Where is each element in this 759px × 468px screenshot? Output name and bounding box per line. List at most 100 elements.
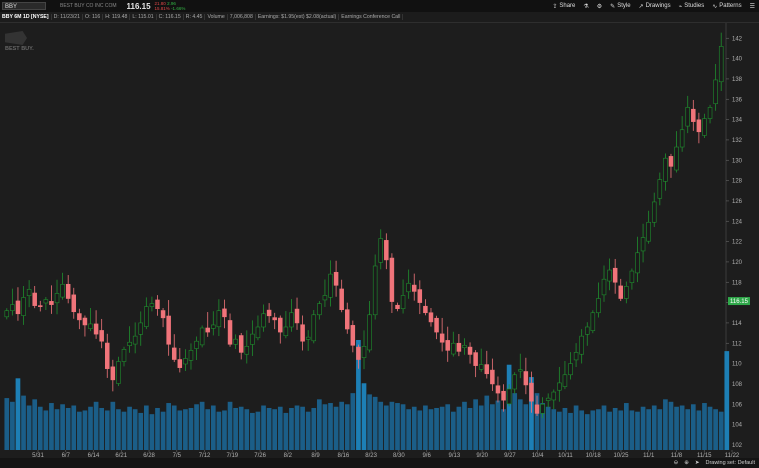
change-dn-pct: -1.66% (171, 6, 186, 11)
share-button[interactable]: ⇪ Share (552, 3, 575, 10)
candle (188, 350, 194, 361)
candle (283, 326, 289, 337)
candle (65, 283, 71, 299)
candle (289, 312, 294, 328)
volume-bar (93, 401, 99, 450)
bar-close: C: 116.15 (157, 14, 184, 20)
candle (345, 309, 350, 330)
candle (629, 270, 635, 283)
candle (601, 278, 607, 296)
volume-bar (138, 412, 144, 450)
bar-low: L: 115.01 (130, 14, 157, 20)
volume-bar (406, 409, 411, 450)
volume-bar (121, 411, 127, 450)
candle (545, 397, 551, 401)
candle (663, 157, 668, 182)
volume-bar (305, 411, 311, 450)
volume-bar (551, 409, 557, 450)
volume-bar (484, 395, 490, 450)
candle (350, 325, 356, 346)
candle (328, 273, 333, 298)
volume-bar (590, 410, 596, 450)
price-axis-label: 134 (732, 118, 743, 124)
volume-bar (383, 405, 389, 450)
price-axis-label: 128 (732, 179, 743, 185)
drawing-set[interactable]: Drawing set: Default (705, 460, 755, 466)
drawings-label: Drawings (645, 3, 671, 9)
candle (384, 240, 389, 261)
candle (138, 322, 143, 335)
volume-bar (428, 409, 434, 450)
candle (495, 385, 501, 394)
gear-icon[interactable]: ⚙ (597, 3, 602, 10)
volume-label: Volume (205, 14, 228, 20)
volume-bar (456, 406, 462, 450)
candle (713, 79, 718, 105)
candle (183, 358, 188, 365)
volume-bar (657, 409, 663, 450)
candle (685, 107, 690, 127)
patterns-button[interactable]: ∿ Patterns (712, 3, 741, 10)
volume-bar (651, 405, 657, 450)
volume-bar (467, 407, 473, 450)
candle (233, 338, 238, 345)
volume-bar (43, 410, 49, 450)
menu-icon[interactable]: ☰ (750, 3, 755, 10)
bar-range: R: 4.45 (184, 14, 206, 20)
symbol-input[interactable]: BBY (2, 2, 46, 10)
candle (439, 333, 445, 343)
price-chart[interactable]: 1021041061081101121141161181201221241261… (0, 23, 759, 458)
candle (171, 347, 177, 360)
drawings-button[interactable]: ↗ Drawings (639, 3, 671, 10)
candle (568, 363, 573, 376)
price-axis-label: 110 (732, 362, 742, 368)
style-icon: ✎ (610, 3, 616, 10)
price-axis-label: 136 (732, 97, 743, 103)
candle (238, 335, 244, 353)
studies-button[interactable]: ⌁ Studies (679, 3, 705, 10)
style-button[interactable]: ✎ Style (610, 3, 630, 10)
candle (4, 310, 10, 318)
volume-bar (674, 406, 679, 450)
earnings-call: Earnings Conference Call (339, 14, 404, 20)
zoom-out-icon[interactable]: ⊖ (674, 460, 679, 466)
volume-bar (545, 406, 551, 450)
candle (10, 304, 15, 312)
candle (99, 330, 104, 342)
zoom-in-icon[interactable]: ⊕ (684, 460, 689, 466)
candle (434, 317, 439, 333)
logo-text: BEST BUY. (5, 46, 34, 52)
company-logo: BEST BUY. (5, 31, 34, 52)
volume-bar (685, 409, 691, 450)
cursor-icon[interactable]: ➤ (695, 460, 700, 466)
volume-bar (573, 405, 579, 450)
candle (400, 295, 406, 309)
candle (596, 298, 601, 314)
flask-icon[interactable]: ⚗ (583, 3, 588, 10)
status-bar: BBY 6M 1D [NYSE] D: 11/23/21 O: 116 H: 1… (0, 12, 759, 23)
candle (216, 310, 222, 328)
candle (82, 317, 88, 326)
candle (311, 314, 317, 342)
last-price-label: 116.15 (730, 299, 749, 305)
chart-symbol[interactable]: BBY 6M 1D [NYSE] (0, 14, 52, 20)
volume-bar (512, 393, 518, 450)
candle (557, 382, 562, 391)
candle (573, 352, 579, 361)
candle (718, 46, 724, 83)
candle (272, 317, 277, 321)
volume-bar (317, 399, 322, 450)
candle (478, 364, 484, 370)
volume-bar (579, 410, 585, 450)
candle (529, 382, 534, 402)
candle (305, 336, 311, 340)
candle (266, 309, 272, 317)
volume-bar (696, 410, 702, 450)
candle (562, 374, 568, 387)
volume-bar (663, 399, 668, 450)
volume-bar (116, 409, 121, 450)
volume-bar (506, 364, 512, 450)
volume-bar (21, 395, 26, 450)
volume-bar (568, 412, 573, 450)
candle (635, 252, 640, 274)
